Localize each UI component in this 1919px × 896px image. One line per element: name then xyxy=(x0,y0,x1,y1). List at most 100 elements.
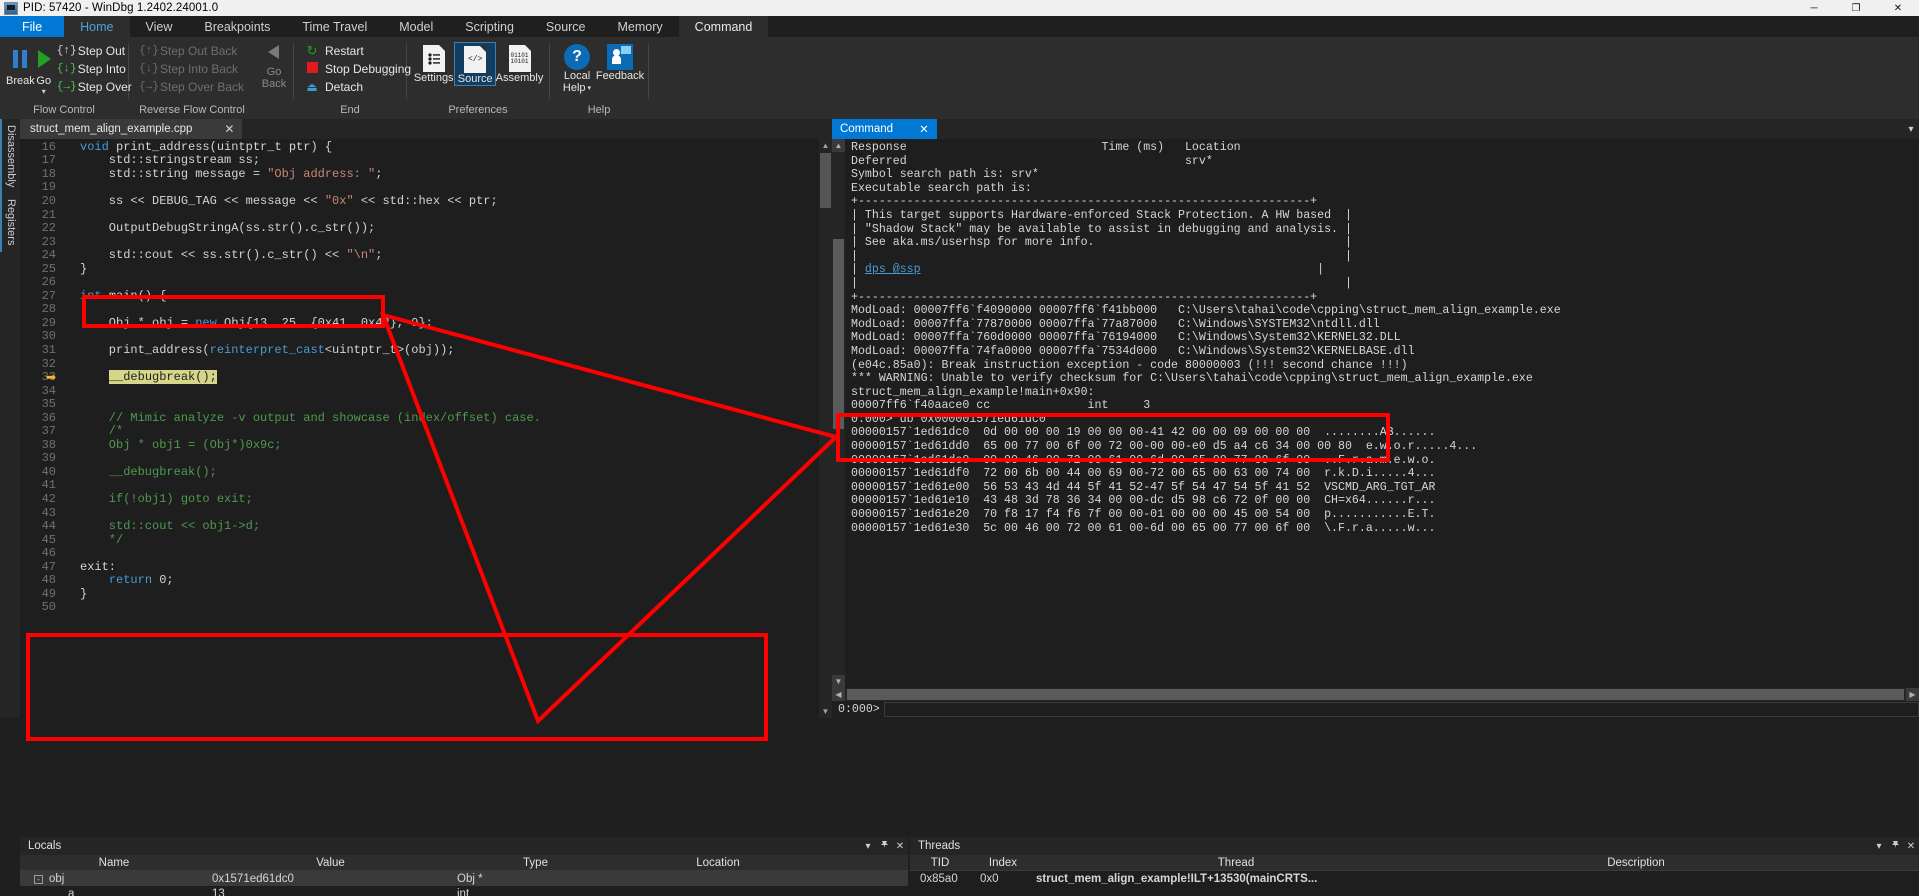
dps-ssp-link[interactable]: dps @ssp xyxy=(865,263,921,276)
locals-column-name[interactable]: Name xyxy=(20,857,208,869)
command-output-line: struct_mem_align_example!main+0x90: xyxy=(851,385,1095,399)
command-output-line: +---------------------------------------… xyxy=(851,290,1318,304)
step-over-button[interactable]: {→} Step Over xyxy=(53,78,136,96)
break-button[interactable]: Break xyxy=(6,40,35,87)
local-help-button[interactable]: ? Local Help ▾ xyxy=(556,42,598,94)
threads-column-description[interactable]: Description xyxy=(1436,857,1836,869)
line-number: 46 xyxy=(41,546,56,561)
command-output-line: | | xyxy=(851,249,1352,263)
source-vertical-scrollbar[interactable]: ▲ ▼ xyxy=(819,139,832,718)
command-scroll-thumb[interactable] xyxy=(833,239,844,429)
step-out-back-button: {↑} Step Out Back xyxy=(135,42,248,60)
command-input[interactable] xyxy=(883,702,1919,717)
local-help-dropdown-icon[interactable]: ▾ xyxy=(588,84,592,92)
sidebar-item-disassembly[interactable]: Disassembly xyxy=(0,119,20,194)
settings-label: Settings xyxy=(413,72,454,84)
locals-pin-icon[interactable] xyxy=(876,840,892,852)
tab-file[interactable]: File xyxy=(0,16,65,37)
assembly-button[interactable]: 01101 10101 Assembly xyxy=(496,42,543,84)
command-hscroll-thumb[interactable] xyxy=(847,689,1904,700)
restart-button[interactable]: ↻ Restart xyxy=(300,42,415,60)
line-number: 28 xyxy=(41,302,56,317)
command-output-line: (e04c.85a0): Break instruction exception… xyxy=(851,358,1408,372)
source-button[interactable]: </> Source xyxy=(454,42,496,86)
tab-command[interactable]: Command xyxy=(678,16,769,37)
scroll-down-icon[interactable]: ▼ xyxy=(819,705,832,718)
threads-dropdown-icon[interactable]: ▾ xyxy=(1871,841,1887,852)
tab-time-travel[interactable]: Time Travel xyxy=(286,16,383,37)
maximize-button[interactable]: ❐ xyxy=(1835,0,1877,16)
step-out-button[interactable]: {↑} Step Out xyxy=(53,42,136,60)
command-vertical-scrollbar[interactable]: ▲ ▼ xyxy=(832,139,845,688)
tab-home[interactable]: Home xyxy=(64,16,130,37)
locals-close-icon[interactable]: ✕ xyxy=(892,841,908,852)
line-number: 34 xyxy=(41,383,56,398)
locals-grid: Name Value Type Location - obj 0x1571ed61d… xyxy=(20,855,908,896)
command-output-line: 00000157`1ed61dc0 0d 00 00 00 19 00 00 0… xyxy=(851,426,1436,440)
tab-scripting[interactable]: Scripting xyxy=(449,16,530,37)
source-scroll-thumb[interactable] xyxy=(820,153,831,208)
code-text: int main() { xyxy=(80,288,167,303)
tab-view[interactable]: View xyxy=(130,16,189,37)
source-body[interactable]: 16 void print_address(uintptr_t ptr) {17 … xyxy=(20,139,832,718)
command-output-line: | See aka.ms/userhsp for more info. | xyxy=(851,236,1352,250)
threads-close-icon[interactable]: ✕ xyxy=(1903,841,1919,852)
go-back-label-line2: Back xyxy=(261,78,287,90)
feedback-button[interactable]: Feedback xyxy=(595,42,645,82)
ribbon-group-preferences: Settings </> Source 01101 10101 Assembly… xyxy=(407,37,549,119)
expand-collapse-icon[interactable]: - xyxy=(34,874,43,884)
settings-button[interactable]: Settings xyxy=(413,42,454,84)
code-text: exit: xyxy=(80,559,117,574)
command-output-line: 00000157`1ed61de0 00 00 46 00 72 00 61 0… xyxy=(851,453,1436,467)
command-tab[interactable]: Command ✕ xyxy=(832,119,937,139)
table-row[interactable]: 0x85a0 0x0 struct_mem_align_example!ILT+13… xyxy=(910,871,1919,886)
table-row[interactable]: a 13 int xyxy=(20,886,908,896)
line-number: 50 xyxy=(41,600,56,615)
code-line: 18 std::string message = "Obj address: "… xyxy=(20,167,832,181)
source-file-tab[interactable]: struct_mem_align_example.cpp ✕ xyxy=(20,119,243,139)
locals-dropdown-icon[interactable]: ▾ xyxy=(860,841,876,852)
detach-button[interactable]: ⏏ Detach xyxy=(300,78,415,96)
threads-pin-icon[interactable] xyxy=(1887,840,1903,852)
command-horizontal-scrollbar[interactable]: ◀ ▶ xyxy=(832,688,1919,701)
tab-source[interactable]: Source xyxy=(530,16,602,37)
tab-breakpoints[interactable]: Breakpoints xyxy=(188,16,286,37)
threads-column-tid[interactable]: TID xyxy=(910,857,970,869)
minimize-button[interactable]: ─ xyxy=(1793,0,1835,16)
hscroll-right-icon[interactable]: ▶ xyxy=(1906,688,1919,701)
go-dropdown-icon[interactable]: ▾ xyxy=(42,87,46,96)
close-icon[interactable]: ✕ xyxy=(224,122,234,136)
command-output-line: 00000157`1ed61df0 72 00 6b 00 44 00 69 0… xyxy=(851,467,1436,481)
tab-model[interactable]: Model xyxy=(383,16,449,37)
go-button[interactable]: Go ▾ xyxy=(35,40,53,96)
threads-column-thread[interactable]: Thread xyxy=(1036,857,1436,869)
table-row[interactable]: - obj 0x1571ed61dc0 Obj * xyxy=(20,871,908,886)
tab-memory[interactable]: Memory xyxy=(602,16,679,37)
locals-column-value[interactable]: Value xyxy=(208,857,453,869)
reverse-step-buttons: {↑} Step Out Back {↓} Step Into Back {→}… xyxy=(135,40,248,96)
command-output-line: +---------------------------------------… xyxy=(851,195,1318,209)
code-line: 21 xyxy=(20,208,832,222)
locals-column-type[interactable]: Type xyxy=(453,857,618,869)
line-number: 41 xyxy=(41,478,56,493)
command-output-line: *** WARNING: Unable to verify checksum f… xyxy=(851,372,1533,386)
scroll-up-icon[interactable]: ▲ xyxy=(819,139,832,152)
stop-debugging-button[interactable]: Stop Debugging xyxy=(300,60,415,78)
sidebar-item-registers[interactable]: Registers xyxy=(0,193,20,252)
command-scroll-down-icon[interactable]: ▼ xyxy=(832,675,845,688)
code-text: return 0; xyxy=(108,573,174,588)
hscroll-left-icon[interactable]: ◀ xyxy=(832,688,845,701)
line-number: 44 xyxy=(41,519,56,534)
line-number: 30 xyxy=(41,329,56,344)
command-scroll-up-icon[interactable]: ▲ xyxy=(832,139,845,152)
source-file-name: struct_mem_align_example.cpp xyxy=(30,123,193,135)
close-button[interactable]: ✕ xyxy=(1877,0,1919,16)
command-close-icon[interactable]: ✕ xyxy=(919,122,929,136)
threads-column-index[interactable]: Index xyxy=(970,857,1036,869)
feedback-label: Feedback xyxy=(595,70,645,82)
step-into-back-button: {↓} Step Into Back xyxy=(135,60,248,78)
ribbon-group-flow-control: Break Go ▾ {↑} Step Out {↓} Step Into {→… xyxy=(0,37,132,119)
step-into-button[interactable]: {↓} Step Into xyxy=(53,60,136,78)
command-collapse-icon[interactable]: ▾ xyxy=(1903,119,1919,139)
locals-column-location[interactable]: Location xyxy=(618,857,818,869)
